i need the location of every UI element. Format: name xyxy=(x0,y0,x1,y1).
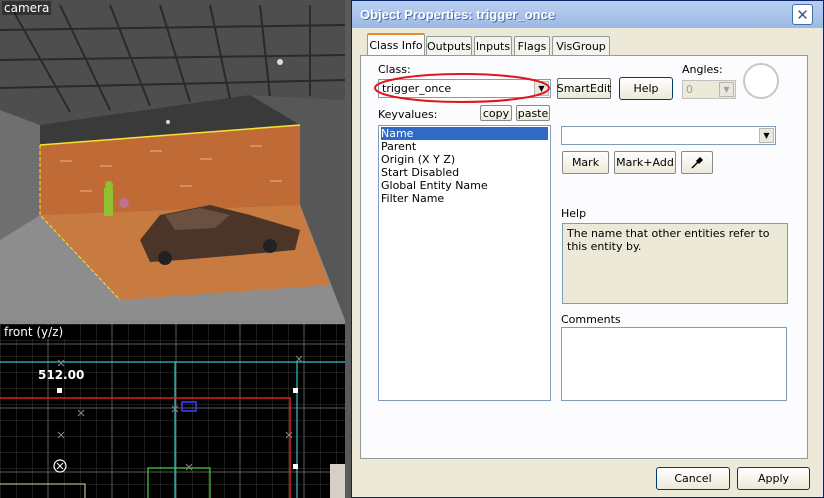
tab-outputs[interactable]: Outputs xyxy=(426,36,472,55)
title-bar[interactable]: Object Properties: trigger_once ✕ xyxy=(352,1,823,28)
angles-value: 0 xyxy=(686,83,693,96)
object-properties-dialog: Object Properties: trigger_once ✕ Class … xyxy=(351,0,824,498)
keyvalue-item-parent[interactable]: Parent xyxy=(381,140,416,153)
keyvalue-item-start-disabled[interactable]: Start Disabled xyxy=(381,166,459,179)
help-textbox: The name that other entities refer to th… xyxy=(562,223,788,304)
front-grid xyxy=(0,324,345,498)
keyvalue-item-name[interactable]: Name xyxy=(381,127,548,140)
value-dropdown[interactable]: ▼ xyxy=(561,126,776,145)
cancel-button[interactable]: Cancel xyxy=(656,467,730,490)
angle-dial[interactable] xyxy=(743,63,779,99)
help-section-label: Help xyxy=(561,207,587,220)
camera-scene xyxy=(0,0,345,320)
keyvalues-label: Keyvalues: xyxy=(378,108,438,121)
camera-label: camera xyxy=(2,1,52,15)
help-text: The name that other entities refer to th… xyxy=(567,227,770,253)
apply-button[interactable]: Apply xyxy=(737,467,810,490)
tab-class-info[interactable]: Class Info xyxy=(367,33,425,56)
close-icon: ✕ xyxy=(796,5,809,24)
chevron-down-icon[interactable]: ▼ xyxy=(719,82,734,97)
tab-flags[interactable]: Flags xyxy=(514,36,550,55)
mark-add-button[interactable]: Mark+Add xyxy=(614,151,676,174)
close-button[interactable]: ✕ xyxy=(792,4,813,25)
help-button[interactable]: Help xyxy=(619,77,673,100)
comments-label: Comments xyxy=(561,313,621,326)
paste-button[interactable]: paste xyxy=(516,105,550,121)
copy-button[interactable]: copy xyxy=(480,105,512,121)
mark-button[interactable]: Mark xyxy=(562,151,609,174)
camera-viewport[interactable]: camera xyxy=(0,0,345,320)
angles-dropdown[interactable]: 0 ▼ xyxy=(682,80,736,99)
smartedit-button[interactable]: SmartEdit xyxy=(557,78,611,99)
tab-inputs[interactable]: Inputs xyxy=(474,36,512,55)
coordinate-label: 512.00 xyxy=(38,368,85,382)
keyvalue-item-global-entity-name[interactable]: Global Entity Name xyxy=(381,179,488,192)
angles-label: Angles: xyxy=(682,63,723,76)
chevron-down-icon[interactable]: ▼ xyxy=(759,128,774,143)
front-label: front (y/z) xyxy=(2,325,66,339)
eyedropper-icon xyxy=(691,156,704,169)
keyvalues-list[interactable]: Name Parent Origin (X Y Z) Start Disable… xyxy=(378,125,551,401)
eyedropper-button[interactable] xyxy=(681,151,713,174)
keyvalue-item-filter-name[interactable]: Filter Name xyxy=(381,192,444,205)
front-viewport[interactable]: front (y/z) 512.00 xyxy=(0,324,345,498)
comments-textbox[interactable] xyxy=(561,327,787,401)
dialog-title: Object Properties: trigger_once xyxy=(360,7,556,22)
tab-visgroup[interactable]: VisGroup xyxy=(552,36,610,55)
highlight-ellipse xyxy=(374,73,550,103)
keyvalue-item-origin[interactable]: Origin (X Y Z) xyxy=(381,153,455,166)
